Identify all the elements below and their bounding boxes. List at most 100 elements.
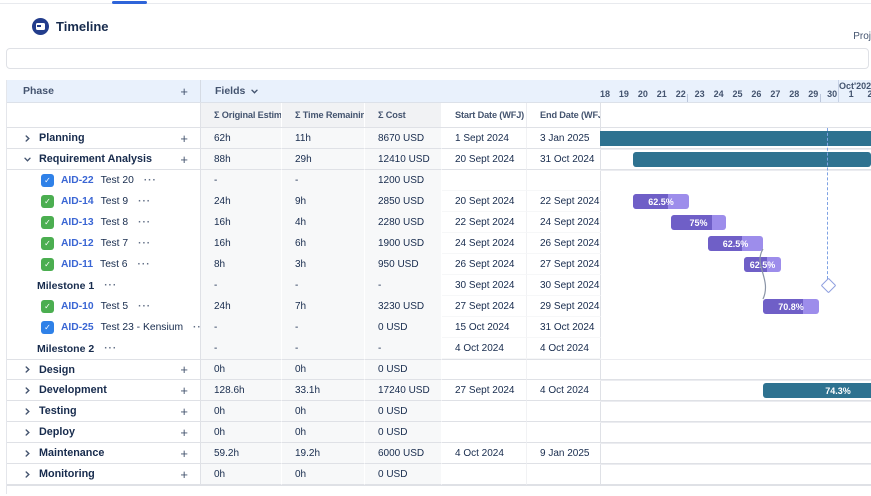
col-cost[interactable]: Σ Cost xyxy=(365,103,442,127)
cost-cell[interactable]: 6000 USD xyxy=(365,443,442,464)
end-date-cell[interactable]: 3 Jan 2025 xyxy=(527,128,601,149)
more-actions-icon[interactable]: ··· xyxy=(138,238,151,249)
orig-estimate-cell[interactable]: 0h xyxy=(201,359,282,380)
end-date-cell[interactable] xyxy=(527,422,601,443)
task-row[interactable]: ✓AID-13Test 8···16h4h2280 USD22 Sept 202… xyxy=(7,212,871,233)
end-date-cell[interactable] xyxy=(527,170,601,191)
orig-estimate-cell[interactable]: 16h xyxy=(201,212,282,233)
phase-row[interactable]: Testing+0h0h0 USD xyxy=(7,401,871,422)
cost-cell[interactable]: 8670 USD xyxy=(365,128,442,149)
chevron-right-icon[interactable] xyxy=(23,449,32,458)
start-date-cell[interactable]: 22 Sept 2024 xyxy=(442,212,527,233)
milestone-row[interactable]: Milestone 1···---30 Sept 202430 Sept 202… xyxy=(7,275,871,296)
time-remaining-cell[interactable]: 6h xyxy=(282,233,365,254)
phase-name-cell[interactable]: Requirement Analysis+ xyxy=(7,149,201,170)
col-start-date[interactable]: Start Date (WFJ) xyxy=(442,103,527,127)
more-actions-icon[interactable]: ··· xyxy=(144,175,157,186)
start-date-cell[interactable]: 24 Sept 2024 xyxy=(442,233,527,254)
phase-row[interactable]: Design+0h0h0 USD xyxy=(7,359,871,380)
phase-name-cell[interactable]: Milestone 1··· xyxy=(7,275,201,296)
phase-name-cell[interactable]: ✓AID-22Test 20··· xyxy=(7,170,201,191)
phase-name-cell[interactable]: Monitoring+ xyxy=(7,464,201,485)
time-remaining-cell[interactable]: 11h xyxy=(282,128,365,149)
chevron-right-icon[interactable] xyxy=(23,407,32,416)
time-remaining-cell[interactable]: 4h xyxy=(282,212,365,233)
task-row[interactable]: ✓AID-14Test 9···24h9h2850 USD20 Sept 202… xyxy=(7,191,871,212)
cost-cell[interactable]: 0 USD xyxy=(365,317,442,338)
phase-name-cell[interactable]: ✓AID-14Test 9··· xyxy=(7,191,201,212)
edge-avatar-partial[interactable] xyxy=(0,17,9,36)
issue-key-link[interactable]: AID-13 xyxy=(61,217,94,228)
start-date-cell[interactable] xyxy=(442,170,527,191)
orig-estimate-cell[interactable]: 0h xyxy=(201,422,282,443)
start-date-cell[interactable] xyxy=(442,401,527,422)
more-actions-icon[interactable]: ··· xyxy=(138,217,151,228)
orig-estimate-cell[interactable]: 8h xyxy=(201,254,282,275)
task-row[interactable]: ✓AID-25Test 23 - Kensium···--0 USD15 Oct… xyxy=(7,317,871,338)
more-actions-icon[interactable]: ··· xyxy=(138,196,151,207)
phase-row[interactable]: Monitoring+0h0h0 USD xyxy=(7,464,871,485)
start-date-cell[interactable] xyxy=(442,359,527,380)
end-date-cell[interactable]: 31 Oct 2024 xyxy=(527,317,601,338)
start-date-cell[interactable]: 20 Sept 2024 xyxy=(442,149,527,170)
end-date-cell[interactable]: 29 Sept 2024 xyxy=(527,296,601,317)
chevron-right-icon[interactable] xyxy=(23,470,32,479)
end-date-cell[interactable]: 9 Jan 2025 xyxy=(527,443,601,464)
start-date-cell[interactable]: 1 Sept 2024 xyxy=(442,128,527,149)
task-row[interactable]: ✓AID-22Test 20···--1200 USD xyxy=(7,170,871,191)
phase-row[interactable]: Development+128.6h33.1h17240 USD27 Sept … xyxy=(7,380,871,401)
cost-cell[interactable]: - xyxy=(365,275,442,296)
time-remaining-cell[interactable]: - xyxy=(282,170,365,191)
phase-name-cell[interactable]: ✓AID-13Test 8··· xyxy=(7,212,201,233)
start-date-cell[interactable]: 30 Sept 2024 xyxy=(442,275,527,296)
start-date-cell[interactable] xyxy=(442,464,527,485)
add-item-button[interactable]: + xyxy=(180,132,188,145)
orig-estimate-cell[interactable]: 0h xyxy=(201,464,282,485)
start-date-cell[interactable]: 26 Sept 2024 xyxy=(442,254,527,275)
milestone-row[interactable]: Milestone 2···---4 Oct 20244 Oct 2024 xyxy=(7,338,871,359)
phase-name-cell[interactable]: Maintenance+ xyxy=(7,443,201,464)
chevron-right-icon[interactable] xyxy=(23,365,32,374)
issue-key-link[interactable]: AID-10 xyxy=(61,301,94,312)
add-item-button[interactable]: + xyxy=(180,426,188,439)
more-actions-icon[interactable]: ··· xyxy=(104,343,117,354)
time-remaining-cell[interactable]: - xyxy=(282,317,365,338)
col-time-remaining[interactable]: Σ Time Remaining xyxy=(282,103,365,127)
phase-name-cell[interactable]: Milestone 2··· xyxy=(7,338,201,359)
phase-name-cell[interactable]: Development+ xyxy=(7,380,201,401)
cost-cell[interactable]: 17240 USD xyxy=(365,380,442,401)
end-date-cell[interactable]: 22 Sept 2024 xyxy=(527,191,601,212)
add-item-button[interactable]: + xyxy=(180,405,188,418)
cost-cell[interactable]: 2280 USD xyxy=(365,212,442,233)
time-remaining-cell[interactable]: 33.1h xyxy=(282,380,365,401)
phase-row[interactable]: Requirement Analysis+88h29h12410 USD20 S… xyxy=(7,149,871,170)
more-actions-icon[interactable]: ··· xyxy=(193,322,201,333)
cost-cell[interactable]: 0 USD xyxy=(365,401,442,422)
time-remaining-cell[interactable]: 29h xyxy=(282,149,365,170)
phase-row[interactable]: Deploy+0h0h0 USD xyxy=(7,422,871,443)
phase-row[interactable]: Planning+62h11h8670 USD1 Sept 20243 Jan … xyxy=(7,128,871,149)
task-row[interactable]: ✓AID-12Test 7···16h6h1900 USD24 Sept 202… xyxy=(7,233,871,254)
task-row[interactable]: ✓AID-10Test 5···24h7h3230 USD27 Sept 202… xyxy=(7,296,871,317)
end-date-cell[interactable]: 4 Oct 2024 xyxy=(527,380,601,401)
start-date-cell[interactable]: 4 Oct 2024 xyxy=(442,443,527,464)
add-item-button[interactable]: + xyxy=(180,153,188,166)
filter-input[interactable] xyxy=(6,48,869,69)
time-remaining-cell[interactable]: 19.2h xyxy=(282,443,365,464)
time-remaining-cell[interactable]: 0h xyxy=(282,359,365,380)
end-date-cell[interactable]: 24 Sept 2024 xyxy=(527,212,601,233)
chevron-right-icon[interactable] xyxy=(23,386,32,395)
time-remaining-cell[interactable]: 0h xyxy=(282,464,365,485)
start-date-cell[interactable]: 27 Sept 2024 xyxy=(442,296,527,317)
issue-key-link[interactable]: AID-12 xyxy=(61,238,94,249)
start-date-cell[interactable] xyxy=(442,422,527,443)
add-item-button[interactable]: + xyxy=(180,384,188,397)
more-actions-icon[interactable]: ··· xyxy=(138,301,151,312)
issue-key-link[interactable]: AID-11 xyxy=(61,259,93,270)
orig-estimate-cell[interactable]: 16h xyxy=(201,233,282,254)
cost-cell[interactable]: 0 USD xyxy=(365,422,442,443)
time-remaining-cell[interactable]: - xyxy=(282,275,365,296)
add-item-button[interactable]: + xyxy=(180,468,188,481)
phase-name-cell[interactable]: Testing+ xyxy=(7,401,201,422)
end-date-cell[interactable]: 26 Sept 2024 xyxy=(527,233,601,254)
